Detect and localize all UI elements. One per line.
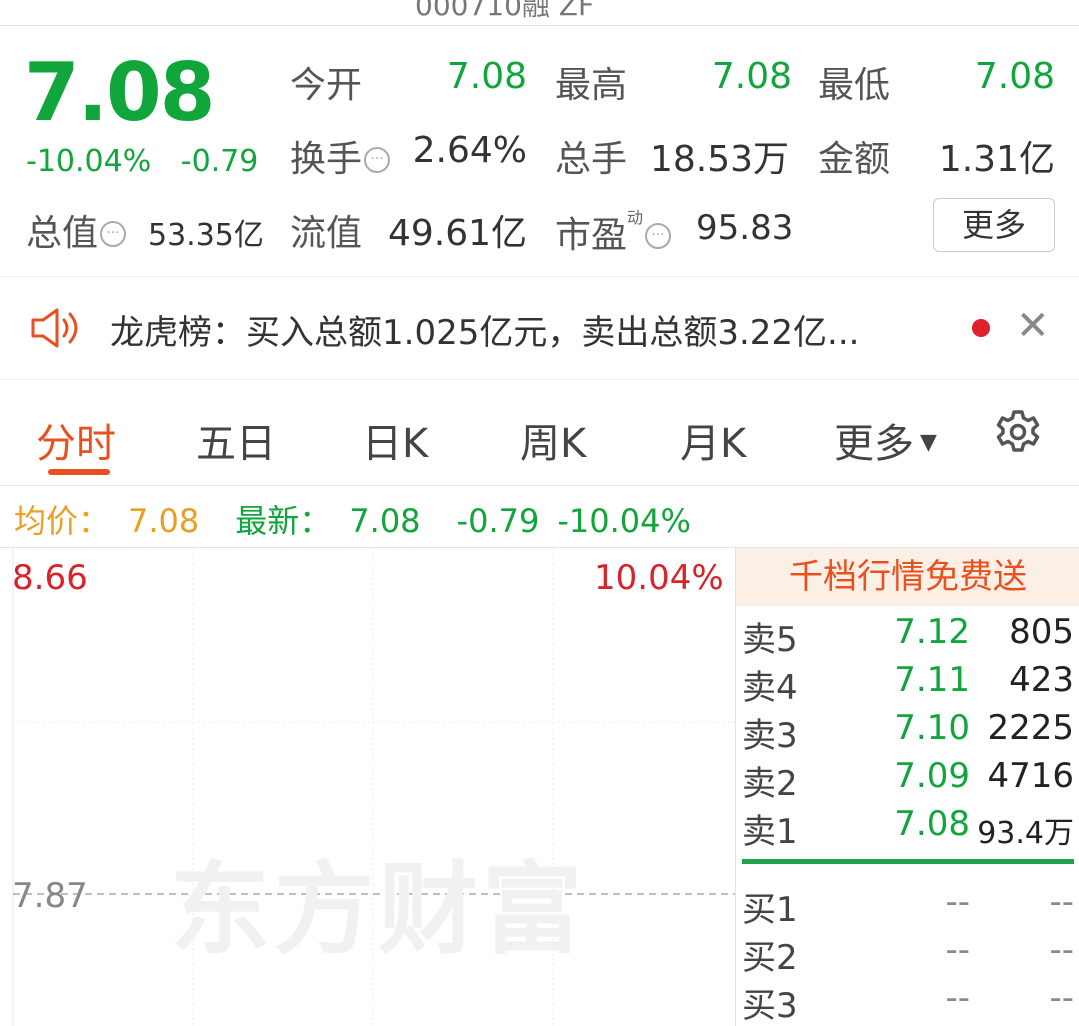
amount-value: 1.31亿 — [938, 139, 1055, 180]
tab-weekly-k[interactable]: 周K — [520, 411, 586, 469]
bid-row[interactable]: 买1 -- -- — [736, 882, 1079, 930]
mktcap-label: 总值 ··· — [26, 204, 127, 256]
avg-value: 7.08 — [128, 502, 200, 540]
tab-monthly-k[interactable]: 月K — [680, 411, 746, 469]
ask-label: 卖4 — [742, 668, 798, 708]
open-value: 7.08 — [446, 56, 527, 97]
bid-volume: -- — [1049, 930, 1074, 970]
ask-row[interactable]: 卖4 7.11 423 — [736, 660, 1079, 708]
bid-price: -- — [945, 978, 970, 1018]
ask-row[interactable]: 卖1 7.08 93.4万 — [736, 804, 1079, 852]
ask-price: 7.08 — [894, 804, 970, 844]
float-value: 49.61亿 — [387, 213, 527, 254]
ask-row[interactable]: 卖2 7.09 4716 — [736, 756, 1079, 804]
ask-label: 卖3 — [742, 716, 798, 756]
unread-dot — [972, 319, 990, 337]
ask-volume: 93.4万 — [977, 816, 1074, 851]
chart-tabs: 分时 五日 日K 周K 月K 更多 ▼ — [0, 381, 1079, 486]
change-row: -10.04% -0.79 — [26, 144, 258, 179]
chart-top-price: 8.66 — [12, 558, 88, 598]
bid-volume: -- — [1049, 882, 1074, 922]
mktcap-value: 53.35亿 — [148, 218, 264, 253]
pe-superscript: 动 — [627, 208, 644, 227]
ask-price: 7.10 — [894, 708, 970, 748]
bid-row[interactable]: 买2 -- -- — [736, 930, 1079, 978]
ask-price: 7.09 — [894, 756, 970, 796]
top-strip: 000710融 ZF — [0, 0, 1079, 26]
tab-five-day[interactable]: 五日 — [196, 411, 276, 469]
turnover-label-text: 换手 — [290, 139, 363, 180]
price-summary: 均价： 7.08 最新： 7.08 -0.79 -10.04% — [14, 496, 709, 542]
order-book: 千档行情免费送 卖5 7.12 805 卖4 7.11 423 卖3 7.10 … — [735, 548, 1079, 1026]
low-value: 7.08 — [974, 56, 1055, 97]
ask-volume: 805 — [1009, 612, 1074, 652]
level2-promo-banner[interactable]: 千档行情免费送 — [736, 548, 1079, 606]
amount-label: 金额 — [818, 139, 891, 180]
tab-daily-k[interactable]: 日K — [362, 411, 428, 469]
high-value: 7.08 — [711, 56, 792, 97]
turnover-value: 2.64% — [412, 130, 527, 171]
tab-intraday[interactable]: 分时 — [36, 411, 116, 469]
ask-row[interactable]: 卖5 7.12 805 — [736, 612, 1079, 660]
bid-price: -- — [945, 930, 970, 970]
bid-ask-divider — [742, 859, 1074, 864]
more-stats-button[interactable]: 更多 — [933, 198, 1055, 252]
intraday-chart[interactable]: 东方财富 8.66 10.04% 7.87 — [0, 548, 735, 1026]
high-label: 最高 — [555, 65, 628, 106]
bid-label: 买2 — [742, 938, 798, 978]
info-icon[interactable]: ··· — [364, 147, 391, 173]
caret-down-icon: ▼ — [920, 430, 937, 455]
ask-price: 7.11 — [894, 660, 970, 700]
bid-row[interactable]: 买3 -- -- — [736, 978, 1079, 1026]
mktcap-label-text: 总值 — [26, 213, 99, 254]
avg-label: 均价： — [14, 502, 111, 540]
pe-label: 市盈动··· — [555, 204, 672, 258]
gear-icon[interactable] — [994, 408, 1042, 456]
stock-code: 000710融 ZF — [415, 0, 595, 22]
close-icon[interactable]: ✕ — [1016, 303, 1050, 349]
ask-volume: 2225 — [987, 708, 1074, 748]
latest-label: 最新： — [235, 502, 332, 540]
watermark: 东方财富 — [170, 851, 586, 968]
speaker-icon — [31, 308, 78, 348]
last-price: 7.08 — [24, 46, 215, 139]
latest-value: 7.08 — [349, 502, 421, 540]
float-label: 流值 — [290, 213, 363, 254]
active-tab-indicator — [48, 469, 110, 475]
ask-label: 卖1 — [742, 812, 798, 852]
tab-more-label: 更多 — [834, 421, 914, 467]
quote-panel: 7.08 -10.04% -0.79 今开 7.08 最高 7.08 最低 7.… — [0, 26, 1079, 276]
ask-volume: 4716 — [987, 756, 1074, 796]
pe-value: 95.83 — [696, 208, 794, 248]
chart-top-percent: 10.04% — [594, 558, 724, 598]
ask-row[interactable]: 卖3 7.10 2225 — [736, 708, 1079, 756]
bid-label: 买3 — [742, 986, 798, 1026]
avg-price: 均价： 7.08 — [14, 502, 217, 540]
ask-volume: 423 — [1009, 660, 1074, 700]
bid-price: -- — [945, 882, 970, 922]
open-label: 今开 — [290, 65, 363, 106]
bid-volume: -- — [1049, 978, 1074, 1018]
bid-label: 买1 — [742, 890, 798, 930]
summary-change: -0.79 — [456, 502, 540, 540]
chart-prev-close: 7.87 — [12, 876, 88, 916]
low-label: 最低 — [818, 65, 891, 106]
change-amount: -0.79 — [180, 144, 259, 179]
volume-label: 总手 — [555, 139, 628, 180]
tab-more[interactable]: 更多 ▼ — [834, 411, 937, 469]
dragon-tiger-notice[interactable]: 龙虎榜：买入总额1.025亿元，卖出总额3.22亿... ✕ — [0, 277, 1079, 380]
turnover-label: 换手 ··· — [290, 130, 391, 182]
ask-label: 卖2 — [742, 764, 798, 804]
notice-text: 龙虎榜：买入总额1.025亿元，卖出总额3.22亿... — [110, 313, 860, 353]
latest-price: 最新： 7.08 — [235, 502, 438, 540]
ask-label: 卖5 — [742, 620, 798, 660]
pe-label-text: 市盈 — [555, 215, 628, 256]
volume-value: 18.53万 — [649, 139, 789, 180]
info-icon[interactable]: ··· — [645, 223, 672, 249]
ask-price: 7.12 — [894, 612, 970, 652]
info-icon[interactable]: ··· — [100, 221, 127, 247]
summary-change-pct: -10.04% — [557, 502, 691, 540]
change-percent: -10.04% — [26, 144, 152, 179]
